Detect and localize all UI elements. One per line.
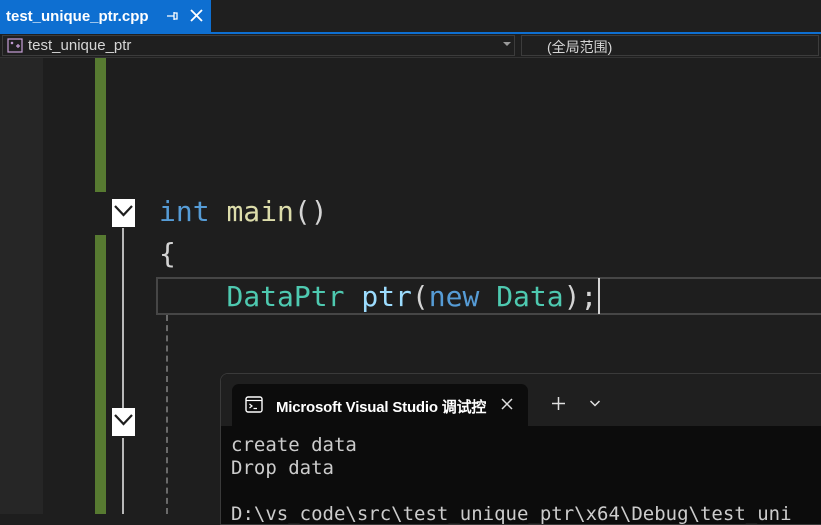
project-scope-label: test_unique_ptr xyxy=(28,37,132,54)
console-output: create data Drop data D:\vs_code\src\test_… xyxy=(231,434,792,525)
console-app-icon xyxy=(245,396,263,413)
variable-token: ptr xyxy=(361,280,412,313)
punctuation-token: ); xyxy=(563,280,598,313)
keyword-token: new xyxy=(428,280,480,313)
member-scope-label: (全局范围) xyxy=(547,39,613,55)
punctuation-token: { xyxy=(159,237,176,270)
change-tracking-bar xyxy=(95,58,106,192)
class-scope-icon xyxy=(7,38,23,53)
code-line-main-signature: int main() xyxy=(159,193,328,231)
code-line-statement: DataPtr ptr(new Data); xyxy=(159,278,601,316)
close-icon[interactable] xyxy=(189,8,204,23)
fold-collapse-icon[interactable] xyxy=(112,408,135,436)
indicator-margin xyxy=(0,58,43,514)
console-output-line: D:\vs_code\src\test_unique_ptr\x64\Debug… xyxy=(231,503,792,525)
text-caret xyxy=(598,278,601,314)
console-tab-title: Microsoft Visual Studio 调试控 xyxy=(276,399,487,416)
type-token: Data xyxy=(496,280,564,313)
punctuation-token: () xyxy=(293,195,328,228)
console-output-line: create data xyxy=(231,434,357,456)
change-tracking-bar xyxy=(95,235,106,514)
punctuation-token: ( xyxy=(411,280,429,313)
tab-title: test_unique_ptr.cpp xyxy=(6,7,149,25)
console-output-line: Drop data xyxy=(231,457,334,479)
chevron-down-icon[interactable] xyxy=(589,399,601,408)
outline-line xyxy=(122,228,124,408)
debug-console-window[interactable]: Microsoft Visual Studio 调试控 create data D… xyxy=(220,373,821,525)
pin-icon[interactable] xyxy=(166,9,180,23)
plus-icon[interactable] xyxy=(551,396,566,411)
fold-collapse-icon[interactable] xyxy=(112,199,135,227)
document-tab-strip: test_unique_ptr.cpp xyxy=(0,0,821,34)
type-token: DataPtr xyxy=(226,280,345,313)
document-tab[interactable]: test_unique_ptr.cpp xyxy=(0,0,211,32)
code-line-open-brace: { xyxy=(159,235,176,273)
navigation-bar: test_unique_ptr (全局范围) xyxy=(0,34,821,58)
member-scope-dropdown[interactable]: (全局范围) xyxy=(521,35,819,56)
close-icon[interactable] xyxy=(500,397,514,411)
outline-line xyxy=(122,438,124,514)
indent-guide xyxy=(166,315,168,514)
keyword-token: int xyxy=(159,195,210,228)
project-scope-dropdown[interactable]: test_unique_ptr xyxy=(2,35,515,56)
function-token: main xyxy=(226,195,294,228)
dropdown-arrow-icon[interactable] xyxy=(503,42,511,46)
